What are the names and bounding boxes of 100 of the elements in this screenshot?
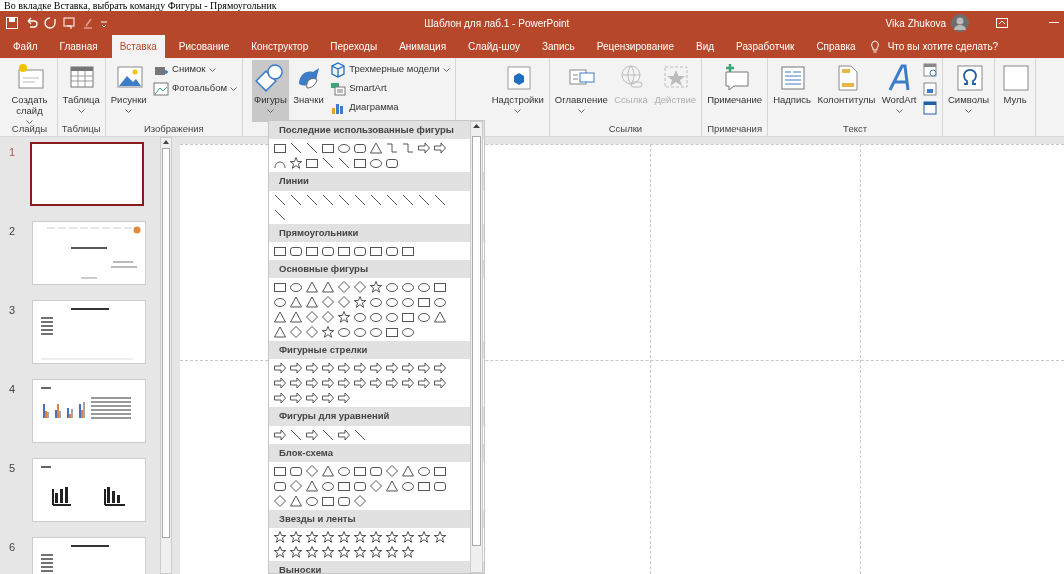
shape-icon[interactable] bbox=[353, 141, 367, 156]
shape-icon[interactable] bbox=[337, 192, 351, 207]
shape-icon[interactable] bbox=[401, 325, 415, 339]
ribbon-button[interactable]: Примечание bbox=[705, 60, 765, 122]
ribbon-tab[interactable]: Слайд-шоу bbox=[460, 35, 528, 58]
ribbon-tab[interactable]: Главная bbox=[51, 35, 106, 58]
shape-icon[interactable] bbox=[321, 156, 335, 171]
shape-icon[interactable] bbox=[433, 295, 447, 309]
shape-icon[interactable] bbox=[289, 427, 303, 442]
shape-icon[interactable] bbox=[385, 376, 399, 391]
ribbon-tab[interactable]: Переходы bbox=[322, 35, 386, 58]
shape-icon[interactable] bbox=[321, 545, 335, 559]
shape-icon[interactable] bbox=[401, 280, 415, 294]
shape-icon[interactable] bbox=[321, 391, 335, 406]
ribbon-button[interactable]: Муль bbox=[998, 60, 1033, 122]
shape-icon[interactable] bbox=[417, 280, 431, 294]
shape-icon[interactable] bbox=[337, 361, 351, 376]
shape-icon[interactable] bbox=[273, 530, 287, 544]
shape-icon[interactable] bbox=[337, 376, 351, 391]
shape-icon[interactable] bbox=[289, 156, 303, 171]
ribbon-icon-button[interactable] bbox=[921, 60, 939, 79]
shape-icon[interactable] bbox=[289, 141, 303, 156]
shape-icon[interactable] bbox=[321, 141, 335, 156]
shape-icon[interactable] bbox=[401, 310, 415, 324]
shape-icon[interactable] bbox=[369, 192, 383, 207]
shape-icon[interactable] bbox=[417, 141, 431, 156]
shape-icon[interactable] bbox=[385, 192, 399, 207]
shape-icon[interactable] bbox=[289, 361, 303, 376]
shape-icon[interactable] bbox=[289, 280, 303, 294]
shape-icon[interactable] bbox=[417, 376, 431, 391]
shape-icon[interactable] bbox=[417, 361, 431, 376]
shape-icon[interactable] bbox=[289, 310, 303, 324]
shape-icon[interactable] bbox=[273, 427, 287, 442]
shape-icon[interactable] bbox=[289, 391, 303, 406]
scroll-thumb[interactable] bbox=[472, 136, 481, 546]
ribbon-button[interactable]: Фигуры bbox=[251, 60, 289, 122]
ribbon-button[interactable]: Символы bbox=[946, 60, 992, 122]
shape-icon[interactable] bbox=[321, 427, 335, 442]
shape-icon[interactable] bbox=[337, 156, 351, 171]
ribbon-tab[interactable]: Разработчик bbox=[728, 35, 803, 58]
ribbon-button[interactable]: Таблица bbox=[60, 60, 102, 122]
search-field[interactable]: Что вы хотите сделать? bbox=[885, 38, 1026, 55]
shape-icon[interactable] bbox=[433, 141, 447, 156]
ribbon-tab[interactable]: Анимация bbox=[391, 35, 455, 58]
shape-icon[interactable] bbox=[273, 192, 287, 207]
shape-icon[interactable] bbox=[273, 391, 287, 406]
shape-icon[interactable] bbox=[433, 192, 447, 207]
shape-icon[interactable] bbox=[289, 530, 303, 544]
minimize-icon[interactable] bbox=[1049, 22, 1059, 24]
shape-icon[interactable] bbox=[385, 478, 399, 493]
shape-icon[interactable] bbox=[321, 361, 335, 376]
shape-icon[interactable] bbox=[369, 310, 383, 324]
ribbon-tab[interactable]: Рецензирование bbox=[588, 35, 682, 58]
shape-icon[interactable] bbox=[401, 361, 415, 376]
shape-icon[interactable] bbox=[337, 310, 351, 324]
shape-icon[interactable] bbox=[273, 141, 287, 156]
shape-icon[interactable] bbox=[289, 376, 303, 391]
shape-icon[interactable] bbox=[433, 310, 447, 324]
ribbon-icon-button[interactable] bbox=[921, 79, 939, 98]
shape-icon[interactable] bbox=[305, 141, 319, 156]
shape-icon[interactable] bbox=[321, 463, 335, 478]
shape-icon[interactable] bbox=[369, 530, 383, 544]
shape-icon[interactable] bbox=[385, 280, 399, 294]
shape-icon[interactable] bbox=[353, 310, 367, 324]
shape-icon[interactable] bbox=[337, 325, 351, 339]
shape-icon[interactable] bbox=[273, 325, 287, 339]
shape-icon[interactable] bbox=[433, 361, 447, 376]
ribbon-button[interactable]: SmartArt bbox=[328, 79, 452, 98]
shape-icon[interactable] bbox=[385, 545, 399, 559]
shape-icon[interactable] bbox=[337, 427, 351, 442]
ribbon-button[interactable]: Колонтитулы bbox=[815, 60, 878, 122]
ribbon-button[interactable]: Трехмерные модели bbox=[328, 60, 452, 79]
shape-icon[interactable] bbox=[321, 325, 335, 339]
shape-icon[interactable] bbox=[305, 295, 319, 309]
shape-icon[interactable] bbox=[433, 280, 447, 294]
shape-icon[interactable] bbox=[273, 545, 287, 559]
shape-icon[interactable] bbox=[305, 361, 319, 376]
ribbon-tab[interactable]: Вид bbox=[687, 35, 723, 58]
shape-icon[interactable] bbox=[401, 295, 415, 309]
shape-icon[interactable] bbox=[353, 427, 367, 442]
shape-icon[interactable] bbox=[353, 530, 367, 544]
shape-icon[interactable] bbox=[369, 295, 383, 309]
shape-icon[interactable] bbox=[417, 295, 431, 309]
shape-icon[interactable] bbox=[337, 530, 351, 544]
ribbon-button[interactable]: Снимок bbox=[151, 60, 239, 79]
scroll-up-icon[interactable] bbox=[471, 122, 482, 130]
shape-icon[interactable] bbox=[433, 376, 447, 391]
shape-icon[interactable] bbox=[385, 295, 399, 309]
shape-icon[interactable] bbox=[353, 325, 367, 339]
shape-icon[interactable] bbox=[369, 280, 383, 294]
shape-icon[interactable] bbox=[369, 156, 383, 171]
shape-icon[interactable] bbox=[273, 376, 287, 391]
shape-icon[interactable] bbox=[305, 530, 319, 544]
shape-icon[interactable] bbox=[305, 280, 319, 294]
shape-icon[interactable] bbox=[417, 310, 431, 324]
shape-icon[interactable] bbox=[369, 361, 383, 376]
ribbon-display-icon[interactable] bbox=[995, 17, 1009, 29]
ribbon-icon-button[interactable] bbox=[921, 98, 939, 117]
ribbon-button[interactable]: Фотоальбом bbox=[151, 79, 239, 98]
ribbon-tab[interactable]: Конструктор bbox=[243, 35, 317, 58]
